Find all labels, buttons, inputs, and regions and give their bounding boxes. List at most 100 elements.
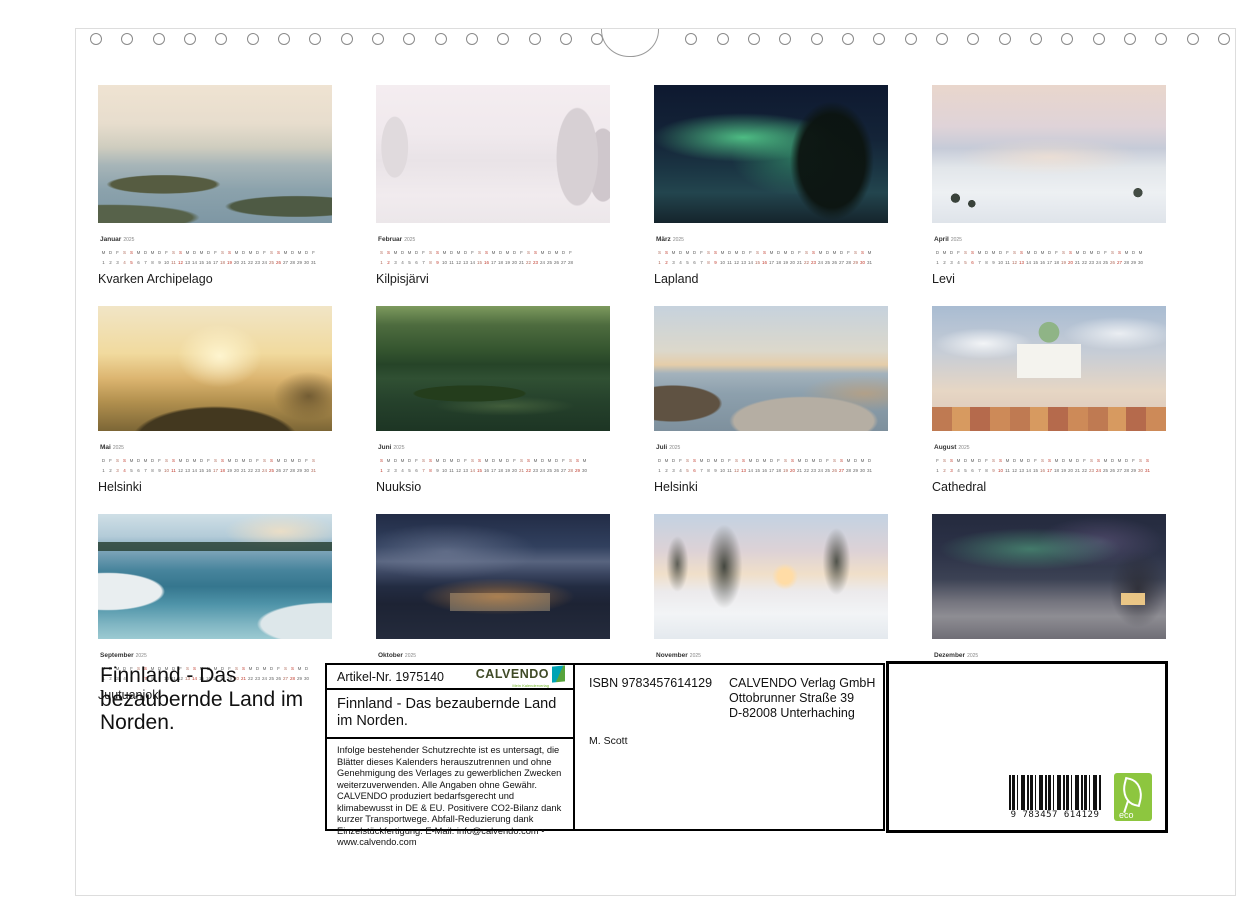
weekday-letters: DFSSMDMDFSSMDMDFSSMDMDFSSMDMDFS [100, 455, 332, 464]
month-label: Januar [100, 236, 121, 243]
calvendo-logo: CALVENDO Mein Kalenderverlag [476, 665, 565, 688]
publisher-city: D-82008 Unterhaching [729, 706, 875, 721]
day-numbers: 1234567891011121314151617181920212223242… [656, 257, 888, 266]
eco-label: eco [1119, 810, 1134, 820]
month-photo [98, 85, 332, 223]
calendar-title: Finnland - Das bezaubernde Land im Norde… [100, 664, 326, 735]
binding-hole [529, 33, 541, 45]
month-thumbnail-märz: März2025SSMDMDFSSMDMDFSSMDMDFSSMDMDFSSM1… [654, 85, 888, 286]
month-label: Juli [656, 444, 667, 451]
calvendo-logo-text: CALVENDO Mein Kalenderverlag [476, 665, 549, 688]
info-left-column: Artikel-Nr. 1975140 CALVENDO Mein Kalend… [327, 665, 575, 829]
weekday-letters: SSMDMDFSSMDMDFSSMDMDFSSMDMDFSSM [656, 247, 888, 256]
binding-hole [278, 33, 290, 45]
year-label: 2025 [951, 237, 962, 243]
eco-badge: eco [1114, 773, 1152, 821]
month-label: Oktober [378, 652, 403, 659]
binding-hole [1093, 33, 1105, 45]
month-caption: Levi [932, 272, 1166, 286]
mini-calendar-strip: Januar2025 MDFSSMDMDFSSMDMDFSSMDMDFSSMDMD… [98, 228, 332, 265]
binding-hole [1218, 33, 1230, 45]
isbn-publisher-row: ISBN 9783457614129 CALVENDO Verlag GmbH … [589, 676, 877, 720]
day-numbers: 1234567891011121314151617181920212223242… [100, 257, 332, 266]
month-caption: Helsinki [654, 480, 888, 494]
month-photo [376, 514, 610, 639]
months-row: Januar2025MDFSSMDMDFSSMDMDFSSMDMDFSSMDMD… [98, 85, 1212, 286]
month-caption: Lapland [654, 272, 888, 286]
month-label: November [656, 652, 688, 659]
month-caption: Cathedral [932, 480, 1166, 494]
binding-hole [560, 33, 572, 45]
month-photo [654, 306, 888, 431]
month-photo [376, 85, 610, 223]
month-label: August [934, 444, 956, 451]
year-label: 2025 [405, 653, 416, 659]
publisher-name: CALVENDO Verlag GmbH [729, 676, 875, 691]
month-label: Mai [100, 444, 111, 451]
month-thumbnail-juli: Juli2025DMDFSSMDMDFSSMDMDFSSMDMDFSSMDMD1… [654, 306, 888, 494]
months-grid: Januar2025MDFSSMDMDFSSMDMDFSSMDMDFSSMDMD… [98, 85, 1212, 722]
author-name: M. Scott [589, 735, 877, 747]
month-photo [932, 85, 1166, 223]
day-numbers: 1234567891011121314151617181920212223242… [934, 465, 1166, 474]
year-label: 2025 [113, 445, 124, 451]
month-photo [376, 306, 610, 431]
months-row: Mai2025DFSSMDMDFSSMDMDFSSMDMDFSSMDMDFS12… [98, 306, 1212, 494]
day-numbers: 1234567891011121314151617181920212223242… [378, 257, 610, 266]
barcode-box: 9 783457 614129 eco [886, 661, 1168, 833]
month-label: Dezember [934, 652, 965, 659]
year-label: 2025 [690, 653, 701, 659]
weekday-letters: DMDFSSMDMDFSSMDMDFSSMDMDFSSMDM [934, 247, 1166, 256]
isbn: ISBN 9783457614129 [589, 676, 729, 720]
month-thumbnail-mai: Mai2025 DFSSMDMDFSSMDMDFSSMDMDFSSMDMDFS12… [98, 306, 332, 494]
binding-hole [341, 33, 353, 45]
mini-calendar-strip: April2025DMDFSSMDMDFSSMDMDFSSMDMDFSSMDM1… [932, 228, 1166, 265]
month-thumbnail-juni: Juni2025SMDMDFSSMDMDFSSMDMDFSSMDMDFSSM12… [376, 306, 610, 494]
day-numbers: 1234567891011121314151617181920212223242… [378, 465, 610, 474]
year-label: 2025 [393, 445, 404, 451]
calvendo-wordmark: CALVENDO [476, 667, 549, 681]
binding-hole [153, 33, 165, 45]
year-label: 2025 [123, 237, 134, 243]
year-label: 2025 [958, 445, 969, 451]
info-right-column: ISBN 9783457614129 CALVENDO Verlag GmbH … [575, 665, 883, 829]
binding-hole [466, 33, 478, 45]
binding-hole [372, 33, 384, 45]
month-thumbnail-april: April2025DMDFSSMDMDFSSMDMDFSSMDMDFSSMDM1… [932, 85, 1166, 286]
weekday-letters: SMDMDFSSMDMDFSSMDMDFSSMDMDFSSM [378, 455, 610, 464]
year-label: 2025 [669, 445, 680, 451]
publisher-street: Ottobrunner Straße 39 [729, 691, 875, 706]
legal-text: Infolge bestehender Schutzrechte ist es … [327, 739, 573, 855]
binding-hole [435, 33, 447, 45]
month-label: März [656, 236, 671, 243]
month-photo [654, 85, 888, 223]
month-label: April [934, 236, 949, 243]
month-thumbnail-august: August2025 FSSMDMDFSSMDMDFSSMDMDFSSMDMDFS… [932, 306, 1166, 494]
weekday-letters: MDFSSMDMDFSSMDMDFSSMDMDFSSMDMDF [100, 247, 332, 256]
binding-hole [811, 33, 823, 45]
month-photo [654, 514, 888, 639]
month-photo [932, 514, 1166, 639]
box-calendar-title: Finnland - Das bezaubernde Land im Norde… [327, 690, 573, 739]
barcode-bars [1009, 775, 1101, 815]
binding-hole [1187, 33, 1199, 45]
month-caption: Kilpisjärvi [376, 272, 610, 286]
calvendo-flag-icon [552, 665, 565, 682]
article-number: Artikel-Nr. 1975140 [337, 670, 444, 684]
binding-hole [936, 33, 948, 45]
day-numbers: 1234567891011121314151617181920212223242… [100, 465, 332, 474]
calvendo-tagline: Mein Kalenderverlag [476, 684, 549, 688]
barcode-digits: 9 783457 614129 [1009, 810, 1101, 820]
binding-hole [247, 33, 259, 45]
year-label: 2025 [136, 653, 147, 659]
weekday-letters: SSMDMDFSSMDMDFSSMDMDFSSMDMDF [378, 247, 610, 256]
month-photo [98, 514, 332, 639]
month-caption: Kvarken Archipelago [98, 272, 332, 286]
year-label: 2025 [967, 653, 978, 659]
article-number-row: Artikel-Nr. 1975140 CALVENDO Mein Kalend… [327, 665, 573, 690]
binding-hole [184, 33, 196, 45]
weekday-letters: FSSMDMDFSSMDMDFSSMDMDFSSMDMDFSS [934, 455, 1166, 464]
binding-hole [748, 33, 760, 45]
month-label: September [100, 652, 134, 659]
product-info-box: Artikel-Nr. 1975140 CALVENDO Mein Kalend… [325, 663, 885, 831]
